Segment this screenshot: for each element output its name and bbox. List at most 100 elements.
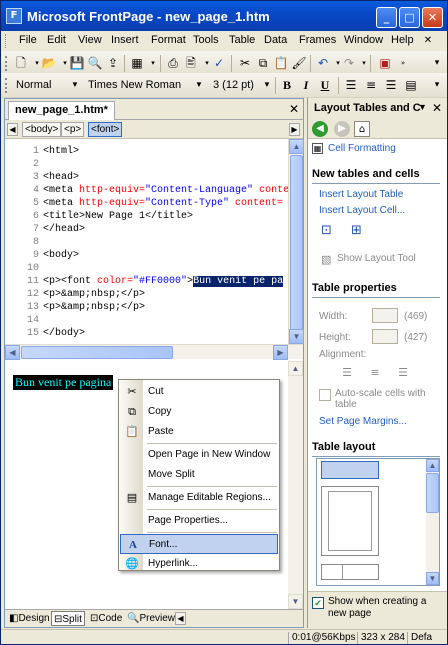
maximize-button[interactable]: □ [399,7,420,28]
code-text[interactable]: </head> [43,223,85,236]
forward-icon[interactable]: ▶ [334,121,350,137]
back-icon[interactable]: ◀ [312,121,328,137]
chevron-down-icon[interactable]: ▼ [261,77,273,93]
toggle-pane-icon[interactable]: ▦ [129,55,145,71]
menu-table[interactable]: Table [229,34,255,46]
underline-button[interactable]: U [316,77,334,93]
code-text[interactable]: <title>New Page 1</title> [43,210,193,223]
menu-data[interactable]: Data [264,34,287,46]
tag-scroll-left-icon[interactable]: ◀ [7,123,18,136]
view-scroll-left-icon[interactable]: ◀ [175,612,186,625]
scroll-down-icon[interactable]: ▼ [426,572,439,585]
menu-item-paste[interactable]: 📋 Paste [120,422,278,442]
menu-item-page-properties[interactable]: Page Properties... [120,511,278,531]
toggle-pane-dropdown-icon[interactable]: ▾ [145,55,161,71]
menu-item-font[interactable]: A Font... [120,534,278,554]
code-text[interactable]: <p>&amp;nbsp;</p> [43,288,145,301]
task-pane-title[interactable]: Layout Tables and C [314,102,421,114]
close-button[interactable]: ✕ [422,7,443,28]
frontpage-app-icon[interactable]: F [6,8,22,24]
align-right-icon[interactable]: ☰ [383,77,399,93]
code-text[interactable]: <head> [43,171,79,184]
layout-option-none[interactable] [321,461,379,479]
code-vertical-scrollbar[interactable]: ▲ ▼ [288,139,304,344]
chevron-down-icon[interactable]: ▼ [193,77,205,93]
scroll-thumb[interactable] [426,473,439,513]
scroll-right-icon[interactable]: ▶ [273,345,288,360]
find-icon[interactable]: 🔍 [87,55,103,71]
spelling-icon[interactable]: ✓ [211,55,227,71]
menu-format[interactable]: Format [151,34,186,46]
close-document-icon[interactable]: ✕ [289,102,299,116]
open-folder-icon[interactable]: 📂 [41,55,57,71]
show-when-creating-checkbox[interactable]: ✔ [312,597,324,609]
page-dimensions[interactable]: 323 x 284 [357,632,405,644]
code-view[interactable]: 1 <html> 2 3 <head> 4 <meta http-equiv="Conten… [5,139,288,344]
scroll-thumb[interactable] [290,155,303,330]
align-top-icon[interactable]: ☰ [340,367,354,379]
font-size-combo[interactable]: 3 (12 pt) ▼ [209,76,274,94]
table-layout-gallery[interactable]: ▲ ▼ [316,458,440,586]
code-text[interactable]: <meta http-equiv="Content-Language" cont… [43,184,288,197]
autoscale-checkbox[interactable] [319,389,331,401]
pane-menu-chevron-icon[interactable]: ▼ [418,102,427,112]
gallery-scrollbar[interactable]: ▲ ▼ [426,459,439,585]
tag-p[interactable]: <p> [61,122,85,137]
undo-icon[interactable]: ↶ [315,55,331,71]
toolbar-overflow-icon[interactable]: ▾ [429,55,445,71]
tag-body[interactable]: <body> [22,122,62,137]
menu-item-cut[interactable]: ✂ Cut [120,382,278,402]
doc-close-x-icon[interactable]: ✕ [421,33,435,48]
menu-help[interactable]: Help [391,34,414,46]
menu-insert[interactable]: Insert [111,34,139,46]
toolbar-grip[interactable] [5,56,8,71]
style-combo[interactable]: Normal ▼ [12,76,82,94]
menu-view[interactable]: View [78,34,102,46]
title-bar[interactable]: F Microsoft FrontPage - new_page_1.htm _… [1,1,447,31]
tab-code[interactable]: ⊡Code [88,611,122,626]
show-layout-tool-link[interactable]: Show Layout Tool [337,253,416,264]
scroll-up-icon[interactable]: ▲ [426,459,439,472]
print-icon[interactable]: ⎙ [165,55,181,71]
toolbar-grip[interactable] [5,78,8,93]
code-text[interactable]: <meta http-equiv="Content-Type" content= [43,197,283,210]
menu-item-copy[interactable]: ⧉ Copy [120,402,278,422]
scroll-thumb[interactable] [21,346,173,359]
set-page-margins-link[interactable]: Set Page Margins... [319,416,407,427]
design-selected-text[interactable]: Bun venit pe pagina [13,375,114,390]
layout-option-one[interactable] [321,486,379,556]
doctype-mode[interactable]: Defa [407,632,432,644]
menu-file[interactable]: File [19,34,37,46]
code-text[interactable]: <body> [43,249,79,262]
tag-scroll-right-icon[interactable]: ▶ [289,123,300,136]
scroll-down-icon[interactable]: ▼ [288,594,303,609]
redo-icon[interactable]: ↷ [341,55,357,71]
scroll-up-icon[interactable]: ▲ [288,361,303,376]
menu-item-move-split[interactable]: Move Split [120,465,278,485]
new-page-icon[interactable]: 🗋 [13,55,29,71]
width-field[interactable] [372,308,398,323]
insert-layout-cell-link[interactable]: Insert Layout Cell... [319,205,405,216]
cell-formatting-link[interactable]: Cell Formatting [328,143,396,154]
code-text[interactable]: <p><font color="#FF0000">Bun venit pe pa [43,275,284,288]
align-bottom-icon[interactable]: ☰ [396,367,410,379]
code-text[interactable]: <html> [43,145,79,158]
insert-layout-table-link[interactable]: Insert Layout Table [319,189,403,200]
draw-layout-cell-icon[interactable]: ⊞ [351,223,367,239]
tab-split[interactable]: ⊟Split [51,611,85,626]
scroll-down-icon[interactable]: ▼ [289,329,304,344]
toolbar-options-icon[interactable]: » [395,55,411,71]
scroll-left-icon[interactable]: ◀ [5,345,20,360]
tab-preview[interactable]: 🔍Preview [125,611,175,626]
code-text[interactable]: <p>&amp;nbsp;</p> [43,301,145,314]
menu-window[interactable]: Window [344,34,383,46]
font-combo[interactable]: Times New Roman ▼ [84,76,206,94]
home-icon[interactable]: ⌂ [354,121,370,137]
menu-item-hyperlink[interactable]: 🌐 Hyperlink... [120,554,278,574]
paste-icon[interactable]: 📋 [273,55,289,71]
menu-item-manage-editable-regions[interactable]: ▤ Manage Editable Regions... [120,488,278,508]
tab-new-page-1[interactable]: new_page_1.htm* [8,101,115,120]
height-field[interactable] [372,329,398,344]
close-pane-icon[interactable]: ✕ [432,101,442,115]
menu-tools[interactable]: Tools [193,34,219,46]
